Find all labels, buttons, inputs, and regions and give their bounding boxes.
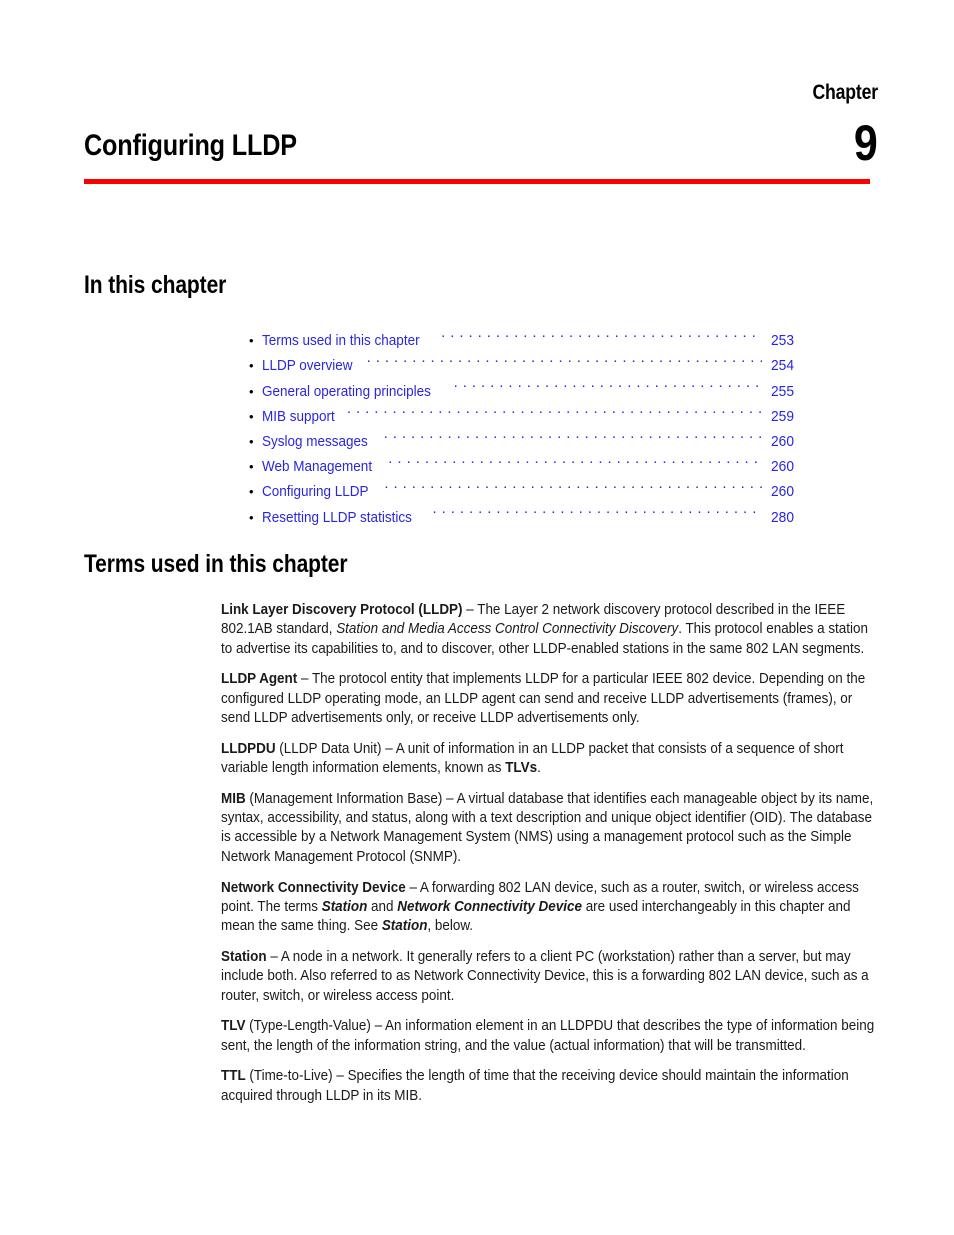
chapter-label: Chapter (812, 81, 879, 104)
terms-definition-list: Link Layer Discovery Protocol (LLDP) – T… (221, 601, 881, 1106)
term-definition-paragraph: TLV (Type-Length-Value) – An information… (221, 1017, 881, 1056)
table-of-contents: •Terms used in this chapter253•LLDP over… (249, 320, 794, 526)
term-emphasis: TLVs (505, 760, 538, 777)
term-name: MIB (221, 790, 246, 807)
section-heading-terms: Terms used in this chapter (84, 550, 348, 578)
bullet-icon: • (249, 509, 254, 525)
toc-entry-label[interactable]: Syslog messages (262, 429, 368, 454)
toc-dot-leader (388, 446, 762, 471)
toc-dot-leader (441, 320, 762, 345)
toc-dot-leader (367, 345, 762, 370)
term-name: Link Layer Discovery Protocol (LLDP) (221, 602, 463, 618)
term-body-text: (Management Information Base) – A virtua… (221, 790, 874, 865)
term-name: Network Connectivity Device (221, 879, 406, 896)
bullet-icon: • (249, 358, 254, 374)
term-name: TTL (221, 1068, 246, 1085)
bullet-icon: • (249, 383, 254, 399)
toc-dot-leader (384, 471, 762, 496)
chapter-number: 9 (854, 115, 878, 171)
toc-dot-leader (454, 370, 762, 395)
document-page: Chapter 9 Configuring LLDP In this chapt… (0, 0, 954, 1235)
term-definition-paragraph: Station – A node in a network. It genera… (221, 948, 881, 1006)
page-title: Configuring LLDP (84, 129, 297, 162)
toc-dot-leader (384, 421, 762, 446)
toc-entry-label[interactable]: LLDP overview (262, 353, 353, 378)
term-cross-reference: Station (381, 918, 428, 935)
term-definition-paragraph: LLDPDU (LLDP Data Unit) – A unit of info… (221, 740, 881, 779)
toc-entry-page-number[interactable]: 280 (766, 505, 794, 530)
toc-entry[interactable]: •Terms used in this chapter253 (249, 320, 794, 349)
term-name: LLDP Agent (221, 671, 298, 688)
toc-entry-label[interactable]: Configuring LLDP (262, 479, 369, 504)
term-cross-reference: Station (321, 898, 368, 915)
toc-entry-page-number[interactable]: 253 (766, 328, 794, 353)
term-body-text: (Type-Length-Value) – An information ele… (221, 1018, 875, 1054)
section-heading-in-this-chapter: In this chapter (84, 271, 227, 299)
bullet-icon: • (249, 459, 254, 475)
toc-entry-page-number[interactable]: 260 (766, 454, 794, 479)
toc-entry-label[interactable]: Web Management (262, 454, 372, 479)
term-body-text: . (537, 760, 541, 777)
term-cross-reference: Network Connectivity Device (397, 898, 582, 915)
toc-entry-label[interactable]: Resetting LLDP statistics (262, 505, 412, 530)
term-definition-paragraph: LLDP Agent – The protocol entity that im… (221, 670, 881, 728)
term-definition-paragraph: Link Layer Discovery Protocol (LLDP) – T… (221, 601, 881, 659)
toc-entry-page-number[interactable]: 254 (766, 353, 794, 378)
toc-entry-label[interactable]: MIB support (262, 404, 335, 429)
term-name: LLDPDU (221, 740, 276, 757)
toc-entry-page-number[interactable]: 255 (766, 379, 794, 404)
toc-entry-page-number[interactable]: 260 (766, 429, 794, 454)
term-body-text: and (367, 898, 398, 915)
term-body-text: – The protocol entity that implements LL… (221, 671, 866, 726)
bullet-icon: • (249, 408, 254, 424)
term-definition-paragraph: Network Connectivity Device – A forwardi… (221, 879, 881, 937)
term-name: Station (221, 948, 267, 965)
chapter-rule-divider (84, 179, 870, 184)
toc-entry-page-number[interactable]: 259 (766, 404, 794, 429)
term-definition-paragraph: TTL (Time-to-Live) – Specifies the lengt… (221, 1067, 881, 1106)
bullet-icon: • (249, 433, 254, 449)
term-definition-paragraph: MIB (Management Information Base) – A vi… (221, 790, 881, 867)
term-body-text: – A node in a network. It generally refe… (221, 948, 869, 1004)
term-name: TLV (221, 1018, 246, 1035)
toc-entry-page-number[interactable]: 260 (766, 479, 794, 504)
term-body-text: , below. (427, 918, 474, 935)
toc-dot-leader (347, 396, 762, 421)
term-body-text: (Time-to-Live) – Specifies the length of… (221, 1068, 849, 1104)
term-italic-title: Station and Media Access Control Connect… (336, 621, 679, 638)
toc-dot-leader (432, 496, 762, 521)
bullet-icon: • (249, 333, 254, 349)
bullet-icon: • (249, 484, 254, 500)
